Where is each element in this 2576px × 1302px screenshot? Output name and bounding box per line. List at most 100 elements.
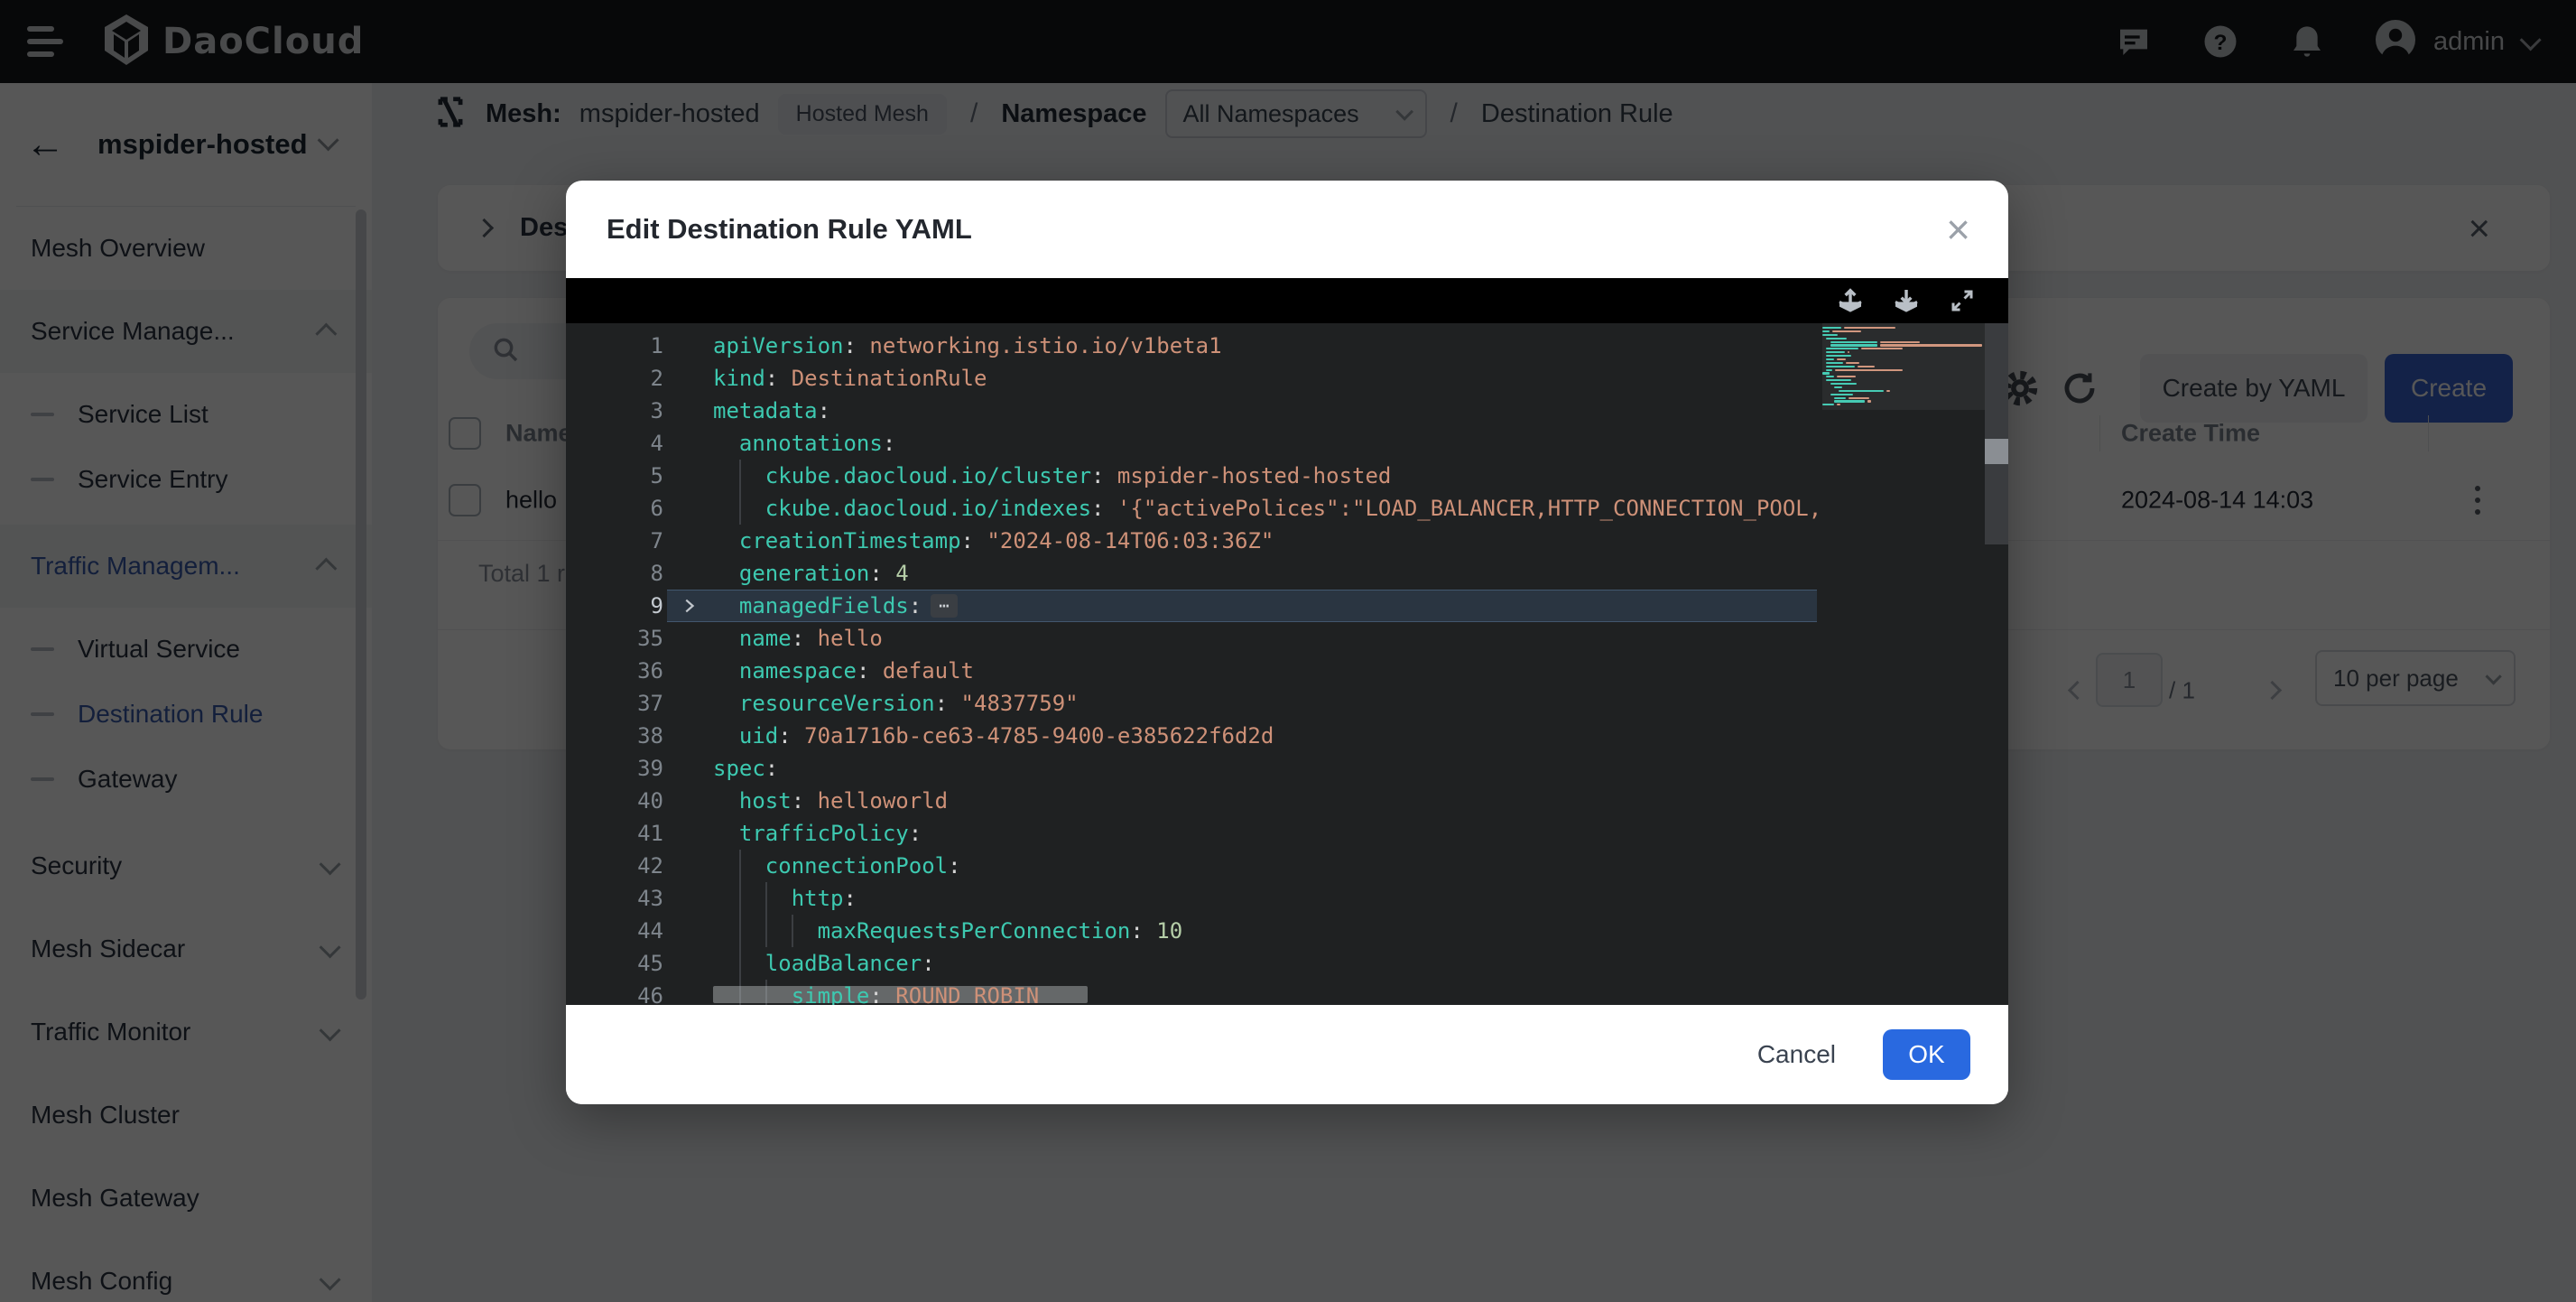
code-text: simple: ROUND_ROBIN — [713, 980, 1822, 1005]
code-text: generation: 4 — [713, 557, 1822, 590]
line-number: 1 — [566, 330, 663, 362]
code-line-43[interactable]: 43 http: — [566, 882, 1822, 915]
code-line-9[interactable]: 9 managedFields:⋯ — [566, 590, 1822, 622]
line-number: 42 — [566, 850, 663, 882]
line-number: 38 — [566, 720, 663, 752]
download-icon[interactable] — [1891, 285, 1922, 316]
modal-title: Edit Destination Rule YAML — [607, 213, 972, 246]
code-text: kind: DestinationRule — [713, 362, 1822, 395]
code-line-39[interactable]: 39 spec: — [566, 752, 1822, 785]
code-line-6[interactable]: 6 ckube.daocloud.io/indexes: '{"activePol… — [566, 492, 1822, 525]
line-number: 3 — [566, 395, 663, 427]
ok-button[interactable]: OK — [1883, 1029, 1970, 1080]
line-number: 8 — [566, 557, 663, 590]
gutter-space — [663, 947, 713, 980]
code-text: apiVersion: networking.istio.io/v1beta1 — [713, 330, 1822, 362]
code-line-46[interactable]: 46 simple: ROUND_ROBIN — [566, 980, 1822, 1005]
code-line-41[interactable]: 41 trafficPolicy: — [566, 817, 1822, 850]
line-number: 7 — [566, 525, 663, 557]
line-number: 4 — [566, 427, 663, 460]
code-line-38[interactable]: 38 uid: 70a1716b-ce63-4785-9400-e385622f6… — [566, 720, 1822, 752]
fullscreen-icon[interactable] — [1947, 285, 1978, 316]
line-number: 2 — [566, 362, 663, 395]
cancel-button[interactable]: Cancel — [1757, 1040, 1836, 1069]
folded-region-ellipsis[interactable]: ⋯ — [931, 594, 957, 618]
gutter-space — [663, 557, 713, 590]
gutter-space — [663, 492, 713, 525]
code-text: maxRequestsPerConnection: 10 — [713, 915, 1822, 947]
line-number: 36 — [566, 655, 663, 687]
code-text: uid: 70a1716b-ce63-4785-9400-e385622f6d2… — [713, 720, 1822, 752]
line-number: 6 — [566, 492, 663, 525]
code-line-4[interactable]: 4 annotations: — [566, 427, 1822, 460]
editor-toolbar — [566, 278, 2008, 323]
modal-footer: Cancel OK — [566, 1005, 2008, 1104]
modal-close-icon[interactable]: × — [1946, 209, 1970, 250]
editor-scrollbar-track[interactable] — [1985, 323, 2008, 544]
code-line-2[interactable]: 2 kind: DestinationRule — [566, 362, 1822, 395]
gutter-space — [663, 395, 713, 427]
gutter-space — [663, 882, 713, 915]
code-text: namespace: default — [713, 655, 1822, 687]
code-line-36[interactable]: 36 namespace: default — [566, 655, 1822, 687]
line-number: 37 — [566, 687, 663, 720]
code-line-3[interactable]: 3 metadata: — [566, 395, 1822, 427]
gutter-space — [663, 622, 713, 655]
gutter-space — [663, 362, 713, 395]
line-number: 40 — [566, 785, 663, 817]
line-number: 43 — [566, 882, 663, 915]
code-text: connectionPool: — [713, 850, 1822, 882]
code-text: trafficPolicy: — [713, 817, 1822, 850]
code-line-45[interactable]: 45 loadBalancer: — [566, 947, 1822, 980]
code-line-42[interactable]: 42 connectionPool: — [566, 850, 1822, 882]
code-line-8[interactable]: 8 generation: 4 — [566, 557, 1822, 590]
line-number: 39 — [566, 752, 663, 785]
gutter-space — [663, 720, 713, 752]
upload-icon[interactable] — [1835, 285, 1866, 316]
modal-titlebar: Edit Destination Rule YAML × — [566, 181, 2008, 278]
gutter-space — [663, 427, 713, 460]
code-line-5[interactable]: 5 ckube.daocloud.io/cluster: mspider-host… — [566, 460, 1822, 492]
code-text: managedFields:⋯ — [713, 590, 1822, 622]
code-line-1[interactable]: 1 apiVersion: networking.istio.io/v1beta1 — [566, 330, 1822, 362]
code-text: ckube.daocloud.io/indexes: '{"activePoli… — [713, 492, 1822, 525]
gutter-space — [663, 330, 713, 362]
gutter-space — [663, 785, 713, 817]
code-text: metadata: — [713, 395, 1822, 427]
code-text: loadBalancer: — [713, 947, 1822, 980]
code-text: host: helloworld — [713, 785, 1822, 817]
code-line-40[interactable]: 40 host: helloworld — [566, 785, 1822, 817]
yaml-editor[interactable]: 1 apiVersion: networking.istio.io/v1beta1… — [566, 323, 2008, 1005]
code-text: ckube.daocloud.io/cluster: mspider-hoste… — [713, 460, 1822, 492]
code-text: name: hello — [713, 622, 1822, 655]
line-number: 5 — [566, 460, 663, 492]
code-line-35[interactable]: 35 name: hello — [566, 622, 1822, 655]
gutter-space — [663, 817, 713, 850]
line-number: 9 — [566, 590, 663, 622]
line-number: 44 — [566, 915, 663, 947]
gutter-space — [663, 915, 713, 947]
gutter-space — [663, 752, 713, 785]
code-line-37[interactable]: 37 resourceVersion: "4837759" — [566, 687, 1822, 720]
gutter-space — [663, 460, 713, 492]
gutter-space — [663, 655, 713, 687]
gutter-space — [663, 525, 713, 557]
line-number: 41 — [566, 817, 663, 850]
line-number: 46 — [566, 980, 663, 1005]
code-line-44[interactable]: 44 maxRequestsPerConnection: 10 — [566, 915, 1822, 947]
gutter-space — [663, 687, 713, 720]
code-line-7[interactable]: 7creationTimestamp: "2024-08-14T06:03:36… — [566, 525, 1822, 557]
editor-rows: 1 apiVersion: networking.istio.io/v1beta1… — [566, 323, 1822, 1005]
line-number: 45 — [566, 947, 663, 980]
code-text: annotations: — [713, 427, 1822, 460]
edit-yaml-modal: Edit Destination Rule YAML × — [566, 181, 2008, 1104]
minimap-slider[interactable] — [1822, 323, 1985, 410]
fold-arrow-icon[interactable] — [663, 590, 713, 622]
line-number: 35 — [566, 622, 663, 655]
page: DaoCloud ? admin ← mspider-hos — [0, 0, 2576, 1302]
code-text: spec: — [713, 752, 1822, 785]
editor-scrollbar-thumb[interactable] — [1985, 439, 2008, 464]
code-text: resourceVersion: "4837759" — [713, 687, 1822, 720]
gutter-space — [663, 850, 713, 882]
code-text: http: — [713, 882, 1822, 915]
